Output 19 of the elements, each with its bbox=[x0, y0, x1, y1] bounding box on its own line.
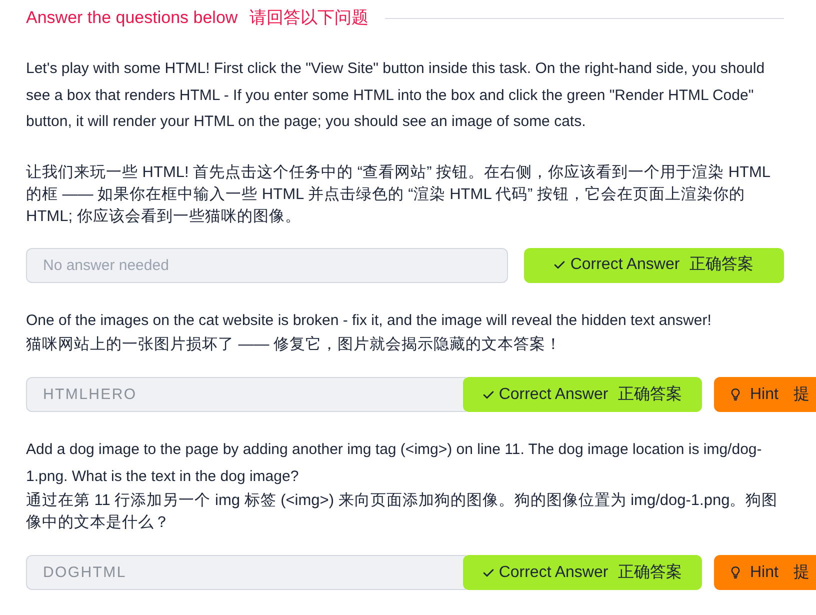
correct-answer-button[interactable]: Correct Answer 正确答案 bbox=[463, 377, 702, 412]
question-text: Let's play with some HTML! First click the "View Site" button inside this task. On the right-hand side, you should see a box that renders HTML - If you enter some HTML into the box and click the green "Render HTML Code" button, it will render your HTML on the page; you should see an image of some cats. bbox=[26, 59, 766, 132]
section-heading: Answer the questions below bbox=[26, 7, 238, 30]
question-text-translation: 通过在第 11 行添加另一个 img 标签 (<img>) 来向页面添加狗的图像。狗的图像位置为 img/dog-1.png。狗图像中的文本是什么？ bbox=[26, 491, 779, 533]
hint-button[interactable]: Hint 提 bbox=[714, 377, 816, 412]
lightbulb-icon bbox=[731, 388, 740, 401]
question-text-translation: 让我们来玩一些 HTML! 首先点击这个任务中的 “查看网站” 按钮。在右侧，你应该看到一个用于渲染 HTML 的框 —— 如果你在框中输入一些 HTML 并点击绿色的 “渲染 HTML 代码” 按钮，它会在页面上渲染你的 HTML; 你应该会看到一些猫咪的图像。 bbox=[26, 162, 771, 226]
check-icon bbox=[482, 568, 494, 576]
check-icon bbox=[554, 261, 566, 269]
question-text-translation: 猫咪网站上的一张图片损坏了 —— 修复它，图片就会揭示隐藏的文本答案！ bbox=[26, 334, 563, 355]
correct-answer-button[interactable]: Correct Answer 正确答案 bbox=[524, 248, 784, 282]
check-icon bbox=[482, 390, 494, 398]
hint-button[interactable]: Hint 提 bbox=[714, 555, 816, 590]
correct-answer-button[interactable]: Correct Answer 正确答案 bbox=[463, 555, 702, 590]
answer-field[interactable]: No answer needed bbox=[26, 248, 508, 282]
lightbulb-icon bbox=[731, 566, 740, 579]
question-text: One of the images on the cat website is broken - fix it, and the image will reveal the hidden text answer! bbox=[26, 310, 712, 330]
question-text: Add a dog image to the page by adding another img tag (<img>) on line 11. The dog image location is img/dog-1.png. What is the text in the dog image? bbox=[26, 440, 763, 486]
section-heading-translation: 请回答以下问题 bbox=[250, 7, 369, 30]
